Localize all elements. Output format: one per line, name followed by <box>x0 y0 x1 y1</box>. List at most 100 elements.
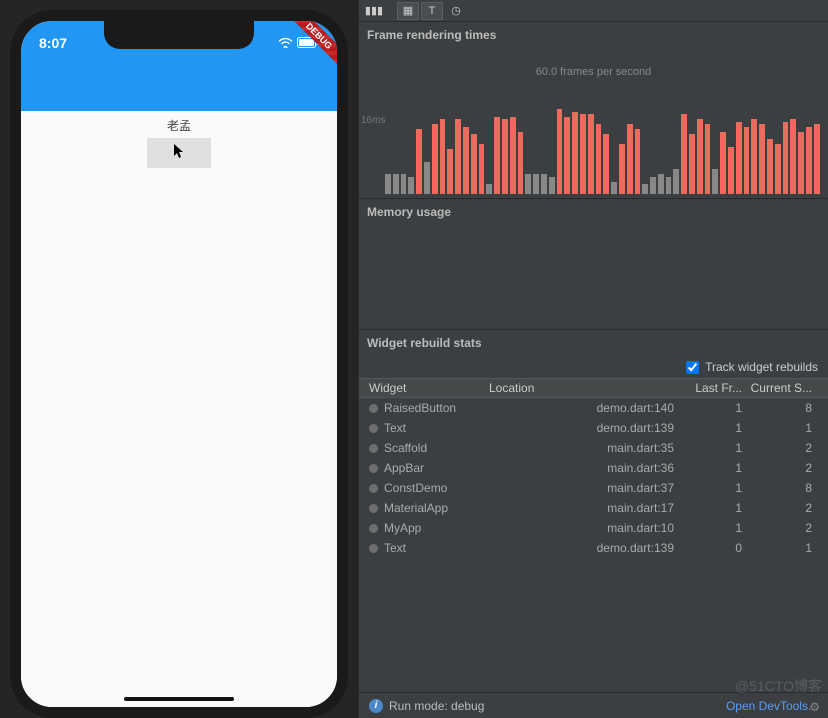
frame-bar <box>720 132 726 195</box>
table-row[interactable]: MaterialAppmain.dart:1712 <box>359 498 828 518</box>
status-time: 8:07 <box>39 35 67 51</box>
info-icon: i <box>369 699 383 713</box>
cell-current: 2 <box>748 501 828 515</box>
frame-bar <box>814 124 820 194</box>
frame-bar <box>479 144 485 194</box>
col-location[interactable]: Location <box>489 381 684 395</box>
run-mode-label: Run mode: debug <box>389 699 484 713</box>
frame-bar <box>596 124 602 194</box>
frame-bar <box>447 149 453 194</box>
frame-chart[interactable]: 60.0 frames per second 16ms <box>359 48 828 198</box>
memory-title: Memory usage <box>359 199 828 225</box>
open-devtools-link[interactable]: Open DevTools... <box>726 699 818 713</box>
cell-last: 1 <box>684 521 748 535</box>
col-widget[interactable]: Widget <box>359 381 489 395</box>
cell-last: 1 <box>684 401 748 415</box>
col-last-frame[interactable]: Last Fr... <box>684 381 748 395</box>
frame-bar <box>432 124 438 194</box>
cell-location: main.dart:37 <box>489 481 684 495</box>
cell-widget: MaterialApp <box>359 501 489 515</box>
rebuild-title: Widget rebuild stats <box>359 330 828 356</box>
debug-banner: DEBUG <box>289 21 337 69</box>
frame-bar <box>393 174 399 194</box>
col-current-session[interactable]: Current S... <box>748 381 828 395</box>
frame-bar <box>408 177 414 195</box>
frame-bar <box>650 177 656 195</box>
raised-button[interactable] <box>147 138 211 168</box>
frame-bar <box>603 134 609 194</box>
cell-location: main.dart:17 <box>489 501 684 515</box>
title-text: 老孟 <box>167 117 191 134</box>
frame-bar <box>486 184 492 194</box>
dot-icon <box>369 424 378 433</box>
cell-widget: MyApp <box>359 521 489 535</box>
frame-bar <box>525 174 531 194</box>
phone-notch <box>104 21 254 49</box>
frame-chart-subtitle: 60.0 frames per second <box>359 66 828 78</box>
frame-bar <box>385 174 391 194</box>
run-mode: i Run mode: debug <box>369 699 484 713</box>
frame-bar <box>572 112 578 195</box>
cell-widget: Text <box>359 541 489 555</box>
table-row[interactable]: Textdemo.dart:13911 <box>359 418 828 438</box>
dot-icon <box>369 504 378 513</box>
frame-bar <box>619 144 625 194</box>
cell-last: 0 <box>684 541 748 555</box>
table-row[interactable]: RaisedButtondemo.dart:14018 <box>359 398 828 418</box>
cell-widget: RaisedButton <box>359 401 489 415</box>
table-row[interactable]: Scaffoldmain.dart:3512 <box>359 438 828 458</box>
frame-bar <box>744 127 750 195</box>
dot-icon <box>369 544 378 553</box>
home-indicator <box>124 697 234 701</box>
cell-current: 2 <box>748 441 828 455</box>
dot-icon <box>369 524 378 533</box>
frame-bar <box>689 134 695 194</box>
gear-icon[interactable]: ⚙ <box>809 700 820 714</box>
frame-bar <box>658 174 664 194</box>
frame-bar <box>806 127 812 195</box>
app-body[interactable]: 老孟 <box>21 111 337 718</box>
cell-last: 1 <box>684 501 748 515</box>
frame-bar <box>767 139 773 194</box>
cell-last: 1 <box>684 481 748 495</box>
grid-icon[interactable]: ▦ <box>397 2 419 20</box>
track-rebuilds-checkbox[interactable] <box>686 361 699 374</box>
frame-bar <box>712 169 718 194</box>
cell-current: 8 <box>748 401 828 415</box>
frame-bar <box>736 122 742 195</box>
frame-bar <box>557 109 563 194</box>
watermark: @51CTO博客 <box>735 676 822 696</box>
table-row[interactable]: MyAppmain.dart:1012 <box>359 518 828 538</box>
frame-bar <box>798 132 804 195</box>
frame-chart-tick: 16ms <box>361 115 385 126</box>
dot-icon <box>369 404 378 413</box>
cell-location: main.dart:10 <box>489 521 684 535</box>
frame-bar <box>751 119 757 194</box>
cell-last: 1 <box>684 461 748 475</box>
cursor-icon <box>173 143 185 164</box>
frame-bar <box>790 119 796 194</box>
frame-bar <box>502 119 508 194</box>
cell-location: main.dart:36 <box>489 461 684 475</box>
frame-chart-bars <box>385 94 820 194</box>
dot-icon <box>369 444 378 453</box>
bars-icon[interactable]: ▮▮▮ <box>363 2 385 20</box>
table-row[interactable]: Textdemo.dart:13901 <box>359 538 828 558</box>
cell-location: demo.dart:140 <box>489 401 684 415</box>
frame-bar <box>541 174 547 194</box>
frame-bar <box>471 134 477 194</box>
text-icon[interactable]: T <box>421 2 443 20</box>
rebuild-table-header: Widget Location Last Fr... Current S... <box>359 378 828 398</box>
cell-current: 2 <box>748 461 828 475</box>
cell-location: main.dart:35 <box>489 441 684 455</box>
frame-bar <box>642 184 648 194</box>
frame-bar <box>635 129 641 194</box>
table-row[interactable]: AppBarmain.dart:3612 <box>359 458 828 478</box>
clock-icon[interactable]: ◷ <box>445 2 467 20</box>
frame-bar <box>759 124 765 194</box>
table-row[interactable]: ConstDemomain.dart:3718 <box>359 478 828 498</box>
frame-rendering-section: Frame rendering times 60.0 frames per se… <box>359 22 828 198</box>
frame-bar <box>627 124 633 194</box>
cell-widget: ConstDemo <box>359 481 489 495</box>
frame-bar <box>424 162 430 195</box>
